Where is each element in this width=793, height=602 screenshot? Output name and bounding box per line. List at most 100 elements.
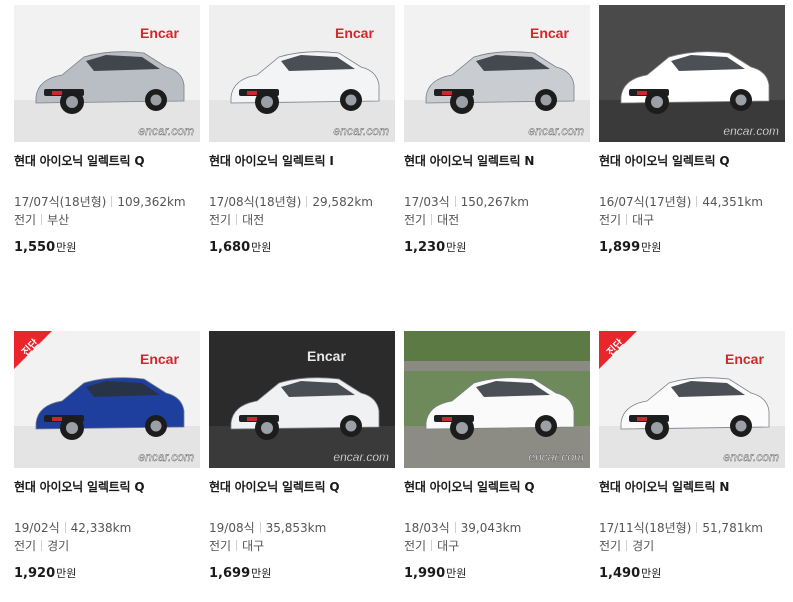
fuel-type: 전기 — [14, 213, 37, 227]
price-unit: 만원 — [641, 241, 662, 254]
separator — [454, 196, 456, 207]
model-year: 17/03식 — [404, 195, 450, 209]
fuel-type: 전기 — [209, 539, 232, 553]
car-photo[interactable]: Encar encar.com 진단 — [599, 331, 785, 468]
region: 대구 — [437, 539, 460, 553]
price-value: 1,550 — [14, 240, 56, 255]
region: 대구 — [632, 213, 655, 227]
fuel-type: 전기 — [14, 539, 37, 553]
separator — [41, 540, 43, 551]
fuel-region: 전기 대구 — [209, 537, 264, 554]
price-unit: 만원 — [56, 567, 77, 580]
car-photo[interactable]: encar.com — [404, 331, 590, 468]
separator — [41, 214, 43, 225]
listing-title[interactable]: 현대 아이오닉 일렉트릭 Q — [14, 478, 145, 495]
price: 1,699만원 — [209, 565, 271, 581]
year-mileage: 17/03식 150,267km — [404, 193, 529, 210]
model-year: 17/08식(18년형) — [209, 195, 302, 209]
model-year: 17/11식(18년형) — [599, 521, 692, 535]
listing-title[interactable]: 현대 아이오닉 일렉트릭 Q — [599, 152, 730, 169]
region: 부산 — [47, 213, 70, 227]
price-value: 1,990 — [404, 566, 446, 581]
year-mileage: 19/08식 35,853km — [209, 519, 326, 536]
car-photo[interactable]: Encar encar.com — [404, 5, 590, 142]
region: 대전 — [242, 213, 265, 227]
encar-logo: Encar — [335, 25, 374, 41]
car-photo[interactable]: Encar encar.com — [209, 331, 395, 468]
mileage: 39,043km — [460, 521, 522, 535]
encar-watermark: encar.com — [333, 124, 389, 138]
encar-logo: Encar — [140, 25, 179, 41]
encar-logo: Encar — [307, 348, 346, 364]
separator — [696, 522, 698, 533]
price-unit: 만원 — [251, 241, 272, 254]
separator — [236, 540, 238, 551]
year-mileage: 17/07식(18년형) 109,362km — [14, 193, 186, 210]
listing-title[interactable]: 현대 아이오닉 일렉트릭 N — [599, 478, 729, 495]
model-year: 19/02식 — [14, 521, 60, 535]
region: 대전 — [437, 213, 460, 227]
region: 대구 — [242, 539, 265, 553]
price-unit: 만원 — [56, 241, 77, 254]
price: 1,680만원 — [209, 239, 271, 255]
model-year: 16/07식(17년형) — [599, 195, 692, 209]
fuel-region: 전기 부산 — [14, 211, 69, 228]
year-mileage: 19/02식 42,338km — [14, 519, 131, 536]
price-value: 1,699 — [209, 566, 251, 581]
mileage: 35,853km — [265, 521, 327, 535]
separator — [431, 214, 433, 225]
car-photo[interactable]: Encar encar.com — [209, 5, 395, 142]
mileage: 150,267km — [460, 195, 529, 209]
mileage: 42,338km — [70, 521, 132, 535]
fuel-region: 전기 경기 — [14, 537, 69, 554]
fuel-type: 전기 — [599, 539, 622, 553]
listing-title[interactable]: 현대 아이오닉 일렉트릭 N — [404, 152, 534, 169]
car-photo[interactable]: Encar encar.com — [14, 5, 200, 142]
model-year: 18/03식 — [404, 521, 450, 535]
encar-watermark: encar.com — [723, 450, 779, 464]
listing-title[interactable]: 현대 아이오닉 일렉트릭 Q — [14, 152, 145, 169]
encar-watermark: encar.com — [528, 124, 584, 138]
listing-title[interactable]: 현대 아이오닉 일렉트릭 I — [209, 152, 334, 169]
price: 1,490만원 — [599, 565, 661, 581]
encar-watermark: encar.com — [138, 124, 194, 138]
price-unit: 만원 — [446, 241, 467, 254]
mileage: 29,582km — [312, 195, 373, 209]
listing-title[interactable]: 현대 아이오닉 일렉트릭 Q — [404, 478, 535, 495]
fuel-region: 전기 대구 — [599, 211, 654, 228]
price: 1,990만원 — [404, 565, 466, 581]
encar-watermark: encar.com — [723, 124, 779, 138]
car-photo[interactable]: Encar encar.com 진단 — [14, 331, 200, 468]
separator — [306, 196, 308, 207]
encar-watermark: encar.com — [333, 450, 389, 464]
encar-logo: Encar — [725, 351, 764, 367]
encar-watermark: encar.com — [528, 450, 584, 464]
separator — [431, 540, 433, 551]
year-mileage: 17/11식(18년형) 51,781km — [599, 519, 763, 536]
price-value: 1,680 — [209, 240, 251, 255]
price: 1,550만원 — [14, 239, 76, 255]
mileage: 44,351km — [702, 195, 763, 209]
price-unit: 만원 — [641, 567, 662, 580]
car-photo[interactable]: encar.com — [599, 5, 785, 142]
price-value: 1,490 — [599, 566, 641, 581]
fuel-type: 전기 — [599, 213, 622, 227]
price: 1,920만원 — [14, 565, 76, 581]
price-value: 1,899 — [599, 240, 641, 255]
listing-grid: Encar encar.com 현대 아이오닉 일렉트릭 Q 17/07식(18년형)… — [0, 0, 793, 602]
year-mileage: 17/08식(18년형) 29,582km — [209, 193, 373, 210]
fuel-type: 전기 — [209, 213, 232, 227]
model-year: 17/07식(18년형) — [14, 195, 107, 209]
mileage: 109,362km — [117, 195, 186, 209]
listing-title[interactable]: 현대 아이오닉 일렉트릭 Q — [209, 478, 340, 495]
fuel-region: 전기 대전 — [209, 211, 264, 228]
separator — [696, 196, 698, 207]
price-value: 1,230 — [404, 240, 446, 255]
separator — [64, 522, 66, 533]
year-mileage: 16/07식(17년형) 44,351km — [599, 193, 763, 210]
separator — [111, 196, 113, 207]
fuel-region: 전기 대구 — [404, 537, 459, 554]
price-value: 1,920 — [14, 566, 56, 581]
separator — [259, 522, 261, 533]
price: 1,899만원 — [599, 239, 661, 255]
